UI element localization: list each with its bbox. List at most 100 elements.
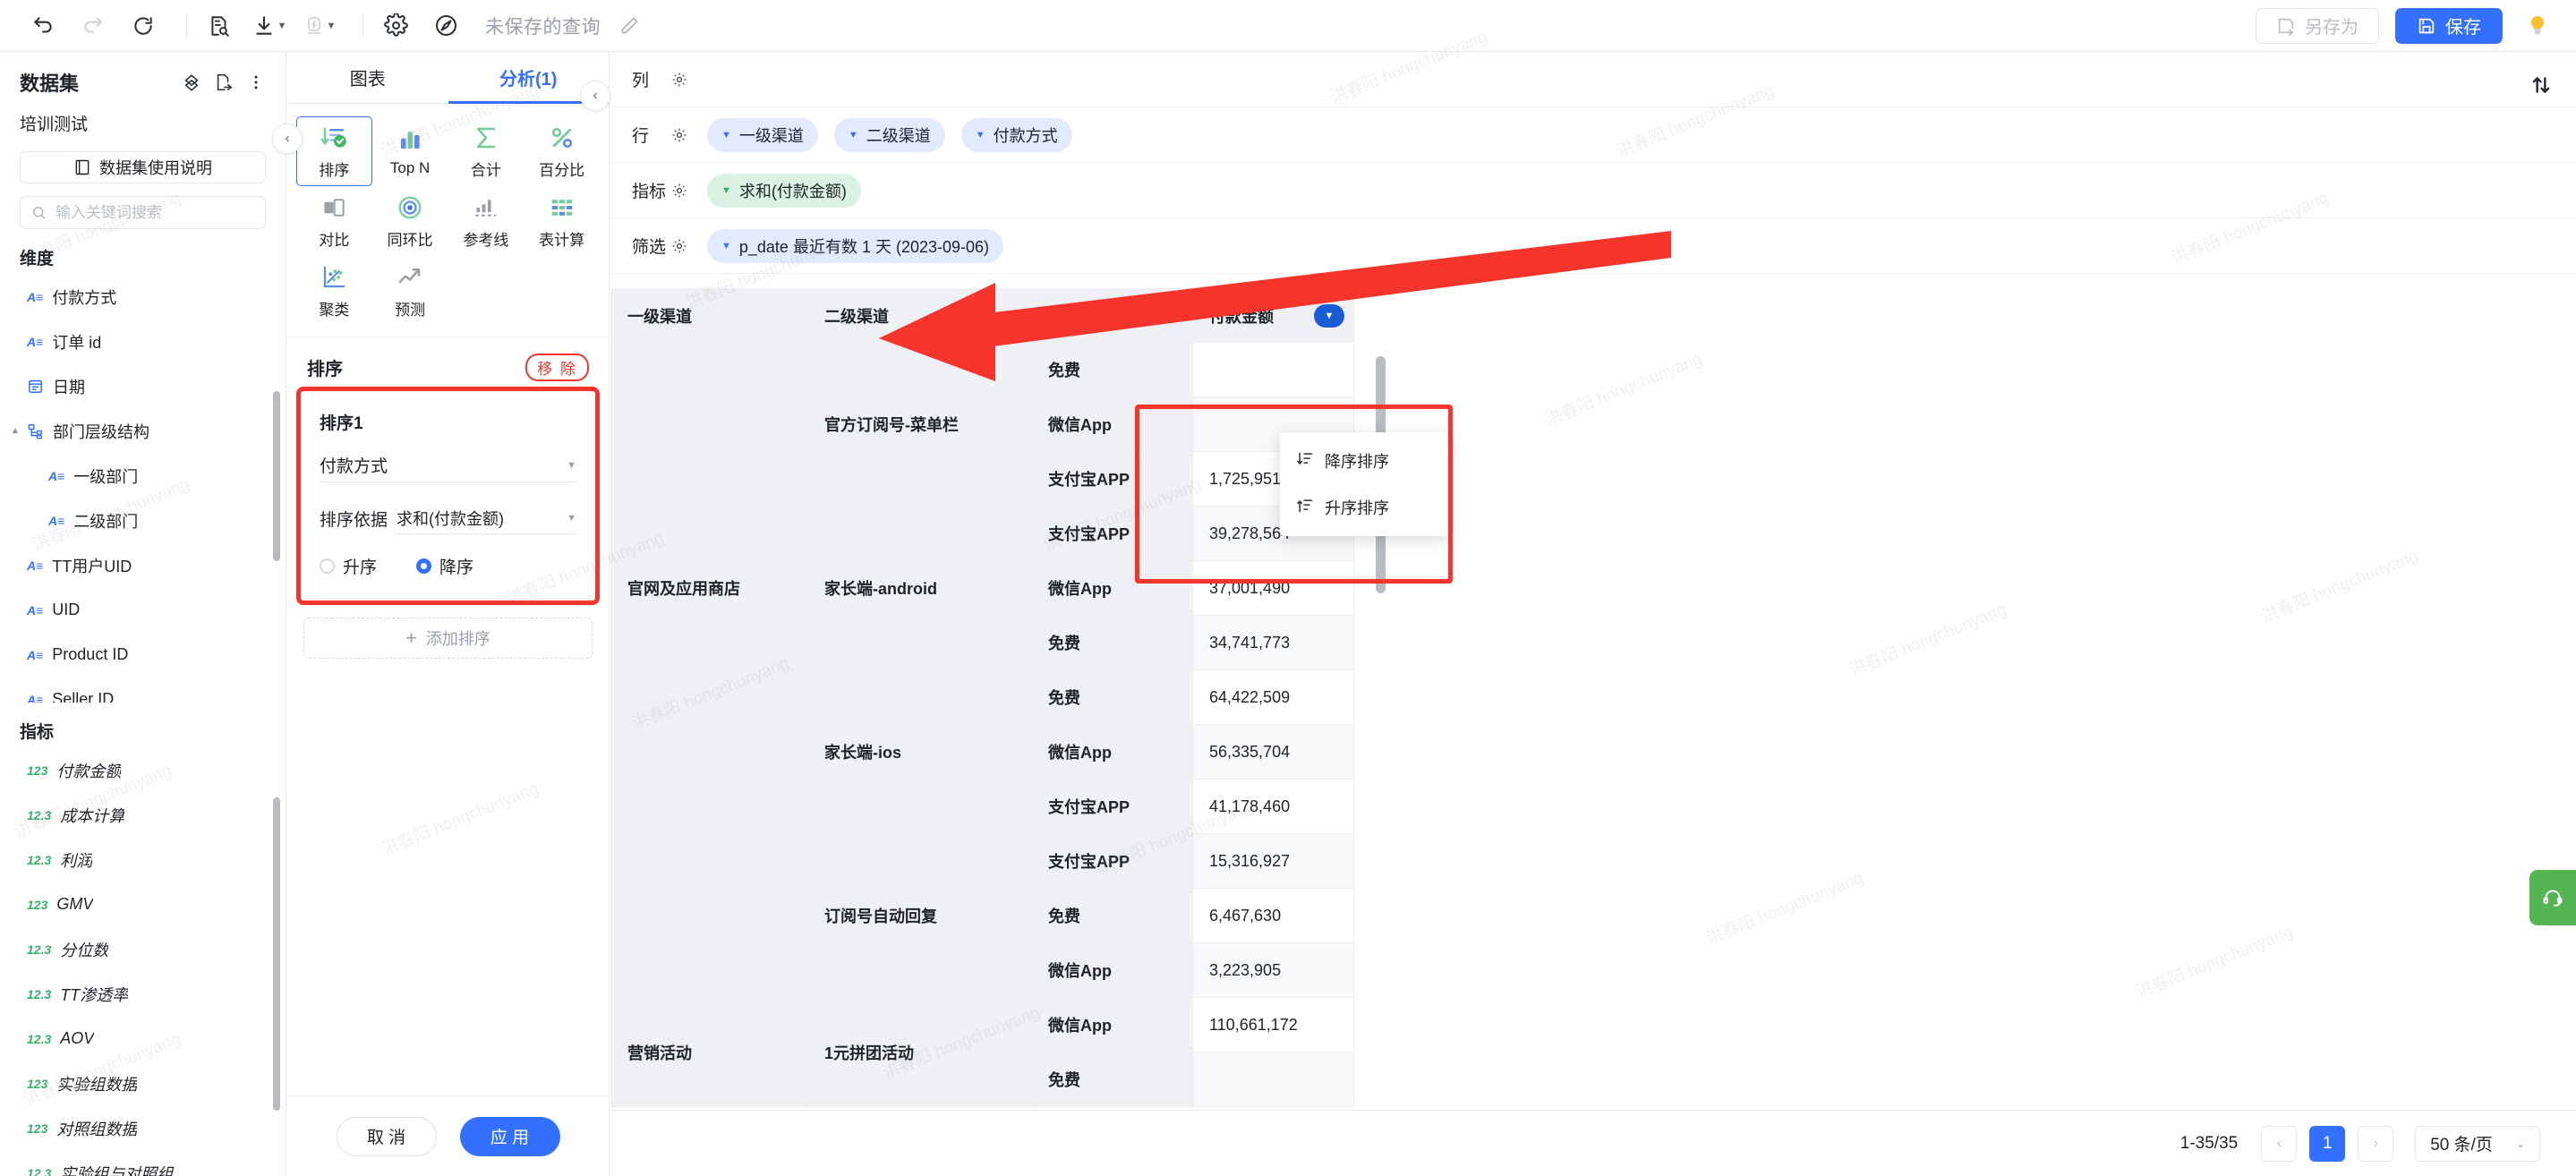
dimension-list[interactable]: A≡ 付款方式 A≡ 订单 id 日期 ▲ 部门层级结构 A≡ 一级部门 A≡ 二级部门 A≡ TT用户… <box>0 275 286 703</box>
analysis-tool-compare[interactable]: 对比 <box>296 186 372 256</box>
shelf-chip[interactable]: ▼ 二级渠道 <box>833 117 945 152</box>
remove-sort-button[interactable]: 移 除 <box>525 354 589 381</box>
analysis-tool-yoy[interactable]: 同环比 <box>372 186 448 256</box>
swap-rows-columns-icon[interactable] <box>2529 73 2553 101</box>
dimension-field-item[interactable]: A≡ TT用户UID <box>0 543 286 588</box>
analysis-tool-grid[interactable]: 排序 Top N 合计 百分比对比 同环比 参考线 表计算聚类 预测 <box>287 104 609 331</box>
collapse-dataset-panel-button[interactable]: ‹ <box>272 124 303 154</box>
shelf-row-0[interactable]: 列 <box>610 52 2576 107</box>
measure-field-item[interactable]: 12.3 成本计算 <box>0 793 286 838</box>
page-size-select[interactable]: 50 条/页 ⌄ <box>2415 1125 2540 1162</box>
sort-basis-select[interactable]: 求和(付款金额) ▼ <box>397 502 576 534</box>
dimension-field-item[interactable]: A≡ Product ID <box>0 633 286 677</box>
table-header-metric[interactable]: 付款金额 ▼ <box>1192 288 1354 343</box>
measure-field-item[interactable]: 123 实验组数据 <box>0 1061 286 1106</box>
table-row[interactable]: 官方订阅号-菜单栏 免费 <box>610 342 1354 507</box>
analysis-tool-table-calc[interactable]: 表计算 <box>524 186 600 256</box>
shelf-chip[interactable]: ▼ 求和(付款金额) <box>707 173 861 208</box>
download-caret-icon[interactable]: ▼ <box>277 21 287 31</box>
save-as-button[interactable]: 另存为 <box>2256 7 2379 44</box>
dimension-list-scrollbar[interactable] <box>273 390 280 561</box>
measure-field-item[interactable]: 12.3 分位数 <box>0 927 286 972</box>
gear-icon[interactable] <box>671 127 687 143</box>
pivot-table[interactable]: 一级渠道 二级渠道 付款方式 ↓ 付款金额 ▼ 官方订阅号-菜单栏 免费 微信App 支付宝APP… <box>610 288 1354 1107</box>
lightning-icon[interactable]: ▼ <box>300 6 339 46</box>
sort-menu-item[interactable]: 升序排序 <box>1280 484 1447 531</box>
dimension-field-item[interactable]: A≡ Seller ID <box>0 677 286 703</box>
shelf-row-2[interactable]: 指标 ▼ 求和(付款金额) <box>610 163 2576 218</box>
add-sort-button[interactable]: + 添加排序 <box>303 618 593 659</box>
analysis-tool-sigma[interactable]: 合计 <box>448 116 525 186</box>
analysis-tool-percent[interactable]: 百分比 <box>524 116 600 186</box>
support-fab-button[interactable] <box>2529 870 2576 925</box>
table-header-1[interactable]: 二级渠道 <box>807 288 1032 343</box>
dimension-field-item[interactable]: A≡ 付款方式 <box>0 275 286 320</box>
dataset-search[interactable] <box>20 196 266 229</box>
table-row[interactable]: 家长端-ios 免费 64,422,509 <box>610 669 1354 834</box>
analysis-tab-0[interactable]: 图表 <box>287 52 448 103</box>
shelf-chip[interactable]: ▼ p_date 最近有数 1 天 (2023-09-06) <box>707 228 1004 263</box>
analysis-tool-forecast[interactable]: 预测 <box>372 256 448 326</box>
open-dataset-icon[interactable] <box>214 72 234 92</box>
measure-field-item[interactable]: 123 付款金额 <box>0 748 286 793</box>
navigate-icon[interactable] <box>426 6 465 46</box>
shelf-chip[interactable]: ▼ 一级渠道 <box>707 117 818 152</box>
table-row[interactable]: 订阅号自动回复 支付宝APP 15,316,927 <box>610 833 1354 998</box>
shelf-chip[interactable]: ▼ 付款方式 <box>960 117 1072 152</box>
measure-field-item[interactable]: 12.3 TT渗透率 <box>0 972 286 1017</box>
measure-field-item[interactable]: 12.3 实验组与对照组... <box>0 1151 286 1176</box>
pencil-icon[interactable] <box>610 6 649 46</box>
collapse-analysis-panel-button[interactable]: ‹ <box>580 81 610 111</box>
measure-field-item[interactable]: 12.3 利润 <box>0 838 286 882</box>
dimension-field-item[interactable]: A≡ 二级部门 <box>0 499 286 543</box>
apply-button[interactable]: 应 用 <box>459 1116 560 1156</box>
sort-menu-item[interactable]: 降序排序 <box>1280 438 1447 484</box>
analysis-tool-sort-checked[interactable]: 排序 <box>296 116 372 186</box>
shelf-row-1[interactable]: 行 ▼ 一级渠道 ▼ 二级渠道 ▼ 付款方式 <box>610 107 2576 163</box>
gear-icon[interactable] <box>671 72 687 88</box>
lightning-caret-icon[interactable]: ▼ <box>327 21 337 31</box>
gear-icon[interactable] <box>671 238 687 254</box>
undo-icon[interactable] <box>23 6 63 46</box>
lightbulb-icon[interactable] <box>2522 11 2553 41</box>
pagination-page-1[interactable]: 1 <box>2309 1125 2346 1162</box>
sort-field-select[interactable]: 付款方式 ▼ <box>320 448 576 482</box>
refresh-icon[interactable] <box>124 6 163 46</box>
table-header-2[interactable]: 付款方式 ↓ <box>1031 288 1193 343</box>
cancel-button[interactable]: 取 消 <box>336 1116 437 1156</box>
dimension-field-item[interactable]: ▲ 部门层级结构 <box>0 409 286 454</box>
dimension-field-item[interactable]: 日期 <box>0 364 286 409</box>
analysis-panel-tabs[interactable]: 图表 分析(1) <box>287 52 609 104</box>
search-input[interactable] <box>55 203 254 222</box>
column-sort-menu[interactable]: 降序排序 升序排序 <box>1280 432 1447 536</box>
pivot-table-area[interactable]: 一级渠道 二级渠道 付款方式 ↓ 付款金额 ▼ 官方订阅号-菜单栏 免费 微信App 支付宝APP… <box>610 288 2576 1110</box>
table-row[interactable]: 营销活动 1元拼团活动 微信App 110,661,172 <box>610 997 1354 1107</box>
preview-icon[interactable] <box>200 6 239 46</box>
dataset-doc-button[interactable]: 数据集使用说明 <box>20 151 266 184</box>
measure-field-item[interactable]: 123 GMV <box>0 882 286 927</box>
expand-triangle-icon[interactable]: ▲ <box>11 426 20 436</box>
save-button[interactable]: 保存 <box>2395 7 2503 44</box>
redo-icon[interactable] <box>73 6 113 46</box>
shelf-row-3[interactable]: 筛选 ▼ p_date 最近有数 1 天 (2023-09-06) <box>610 218 2576 274</box>
measure-list-scrollbar[interactable] <box>273 797 280 1111</box>
more-icon[interactable] <box>246 72 266 92</box>
dimension-field-item[interactable]: A≡ 订单 id <box>0 320 286 364</box>
measure-field-item[interactable]: 12.3 AOV <box>0 1017 286 1061</box>
download-icon[interactable]: ▼ <box>250 6 289 46</box>
dimension-field-item[interactable]: A≡ UID <box>0 588 286 633</box>
sort-desc-radio[interactable]: 降序 <box>416 554 473 578</box>
pagination-next-button[interactable]: › <box>2358 1125 2394 1162</box>
measure-field-item[interactable]: 123 对照组数据 <box>0 1106 286 1151</box>
analysis-tool-reference-line[interactable]: 参考线 <box>448 186 525 256</box>
pagination-prev-button[interactable]: ‹ <box>2261 1125 2298 1162</box>
table-header-0[interactable]: 一级渠道 <box>610 288 808 343</box>
analysis-tool-cluster[interactable]: 聚类 <box>296 256 372 326</box>
gear-icon[interactable] <box>671 183 687 199</box>
gear-icon[interactable] <box>376 6 415 46</box>
table-row[interactable]: 官网及应用商店 家长端-android 支付宝APP 39,278,564 <box>610 506 1354 670</box>
analysis-tool-bar-chart[interactable]: Top N <box>372 116 448 186</box>
switch-dataset-icon[interactable] <box>182 72 201 92</box>
sort-asc-radio[interactable]: 升序 <box>320 554 377 578</box>
metric-sort-button[interactable]: ▼ <box>1314 303 1344 328</box>
